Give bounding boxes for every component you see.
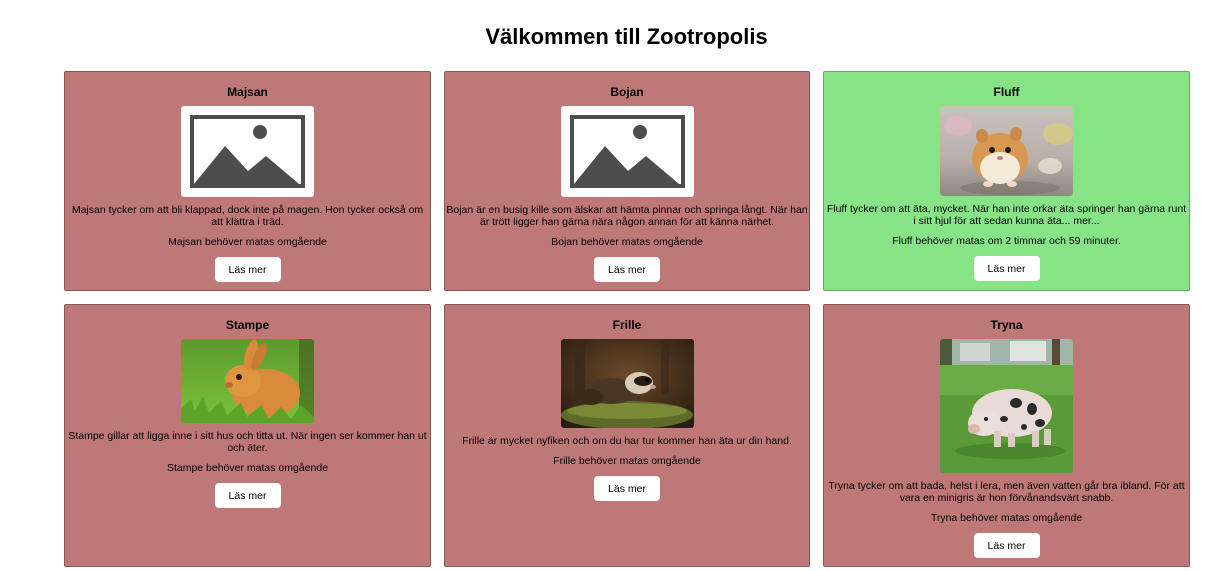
animal-name: Fluff [993, 85, 1020, 99]
animal-name: Bojan [610, 85, 644, 99]
animal-name: Frille [612, 318, 642, 332]
pig-photo [940, 339, 1073, 473]
feed-status: Fluff behöver matas om 2 timmar och 59 m… [892, 235, 1121, 247]
animal-card-frille: Frille Frille är mycket nyfiken och om d… [444, 304, 810, 567]
animal-name: Majsan [227, 85, 268, 99]
animal-card-stampe: Stampe Stampe gillar att ligga inne i si… [64, 304, 431, 567]
read-more-button[interactable]: Läs mer [214, 257, 281, 282]
rabbit-photo [181, 339, 314, 423]
animal-description: Bojan är en busig kille som älskar att h… [446, 204, 808, 228]
feed-status: Tryna behöver matas omgående [930, 512, 1083, 524]
read-more-button[interactable]: Läs mer [594, 476, 660, 501]
animal-card-bojan: Bojan Bojan är en busig kille som älskar… [444, 71, 810, 291]
read-more-button[interactable]: Läs mer [973, 256, 1040, 281]
feed-status: Majsan behöver matas omgående [168, 236, 327, 248]
animal-card-fluff: Fluff Fluff tycker om att äta, mycket. N… [823, 71, 1190, 291]
read-more-button[interactable]: Läs mer [214, 483, 281, 508]
feed-status: Frille behöver matas omgående [553, 455, 701, 467]
read-more-button[interactable]: Läs mer [594, 257, 660, 282]
animal-description: Stampe gillar att ligga inne i sitt hus … [68, 430, 427, 454]
feed-status: Stampe behöver matas omgående [166, 462, 329, 474]
animal-description: Frille är mycket nyfiken och om du har t… [462, 435, 792, 447]
animal-description: Majsan tycker om att bli klappad, dock i… [71, 204, 424, 228]
animal-name: Stampe [225, 318, 270, 332]
hamster-photo [940, 106, 1073, 196]
animal-card-tryna: Tryna Tryna tycker om att bada, helst i … [823, 304, 1190, 567]
page-title: Välkommen till Zootropolis [485, 24, 768, 49]
ferret-photo [560, 339, 694, 428]
animal-name: Tryna [990, 318, 1023, 332]
placeholder-image-icon [181, 106, 314, 197]
placeholder-image-icon [560, 106, 694, 197]
animal-description: Tryna tycker om att bada, helst i lera, … [828, 480, 1185, 504]
animal-description: Fluff tycker om att äta, mycket. När han… [826, 203, 1187, 227]
animal-card-majsan: Majsan Majsan tycker om att bli klappad,… [64, 71, 431, 291]
feed-status: Bojan behöver matas omgående [551, 236, 703, 248]
read-more-button[interactable]: Läs mer [973, 533, 1040, 558]
